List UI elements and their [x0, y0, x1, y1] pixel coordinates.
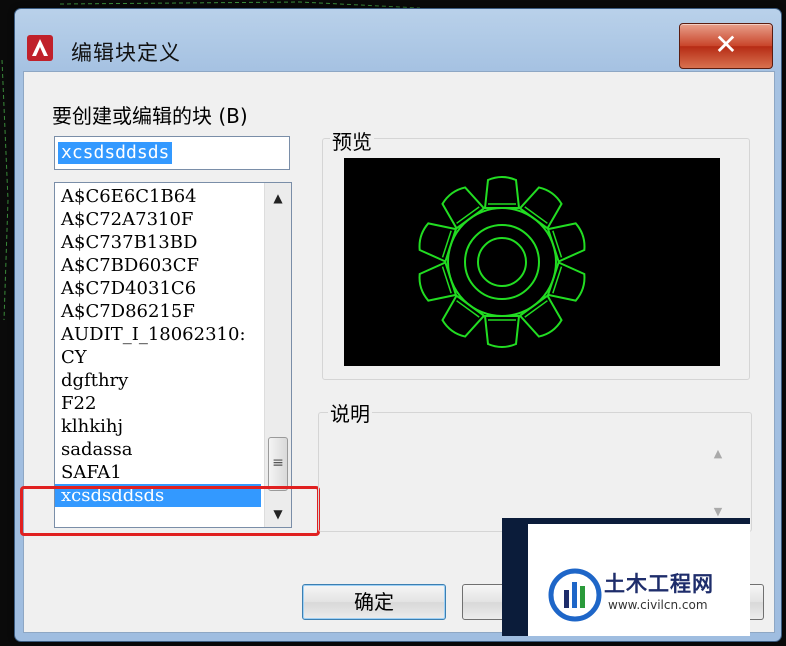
preview-chair — [441, 294, 486, 338]
autocad-icon — [27, 35, 53, 61]
preview-canvas — [344, 158, 720, 366]
preview-chair — [418, 261, 458, 302]
block-list-items: A$C6E6C1B64 A$C72A7310F A$C737B13BD A$C7… — [55, 185, 261, 507]
block-name-input-value: xcsdsddsds — [58, 142, 173, 164]
list-item[interactable]: A$C737B13BD — [55, 231, 261, 254]
preview-chair — [418, 222, 458, 263]
dialog-title: 编辑块定义 — [71, 41, 181, 65]
preview-chair — [518, 294, 563, 338]
preview-chair — [483, 176, 521, 209]
watermark-panel: 土木工程网 www.civilcn.com — [528, 524, 750, 636]
description-label: 说明 — [328, 398, 372, 427]
red-annotation-box — [20, 486, 320, 536]
list-item[interactable]: A$C6E6C1B64 — [55, 185, 261, 208]
list-item[interactable]: sadassa — [55, 438, 261, 461]
list-item[interactable]: dgfthry — [55, 369, 261, 392]
list-item[interactable]: SAFA1 — [55, 461, 261, 484]
list-item[interactable]: klhkihj — [55, 415, 261, 438]
list-item[interactable]: A$C7D4031C6 — [55, 277, 261, 300]
preview-label: 预览 — [330, 126, 374, 155]
preview-chair — [546, 261, 586, 302]
list-item[interactable]: AUDIT_I_18062310: — [55, 323, 261, 346]
preview-table-inner — [477, 237, 527, 287]
preview-chair — [441, 186, 486, 230]
list-item[interactable]: A$C72A7310F — [55, 208, 261, 231]
title-bar[interactable]: 编辑块定义 ✕ — [15, 9, 781, 69]
civilcn-logo-icon — [548, 568, 602, 622]
preview-chair — [518, 186, 563, 230]
watermark-url: www.civilcn.com — [608, 598, 708, 612]
watermark-overlay: 土木工程网 www.civilcn.com — [502, 518, 750, 636]
list-item[interactable]: A$C7BD603CF — [55, 254, 261, 277]
description-scroll-up-icon[interactable]: ▲ — [708, 444, 728, 464]
block-name-label: 要创建或编辑的块 (B) — [52, 104, 248, 128]
preview-chair — [483, 315, 521, 348]
list-scrollbar[interactable]: ▲ ≡ ▼ — [264, 183, 291, 527]
block-listbox[interactable]: A$C6E6C1B64 A$C72A7310F A$C737B13BD A$C7… — [54, 182, 292, 528]
list-item[interactable]: F22 — [55, 392, 261, 415]
description-group — [318, 412, 752, 532]
preview-chair — [546, 222, 586, 263]
list-item[interactable]: A$C7D86215F — [55, 300, 261, 323]
list-item[interactable]: CY — [55, 346, 261, 369]
watermark-title: 土木工程网 — [604, 572, 714, 596]
scroll-thumb[interactable]: ≡ — [268, 437, 288, 491]
close-button[interactable]: ✕ — [679, 23, 773, 69]
preview-table-ring — [464, 224, 540, 300]
ok-button[interactable]: 确定 — [302, 584, 446, 620]
scroll-up-arrow-icon[interactable]: ▲ — [265, 187, 291, 209]
block-name-input[interactable]: xcsdsddsds — [54, 136, 290, 170]
